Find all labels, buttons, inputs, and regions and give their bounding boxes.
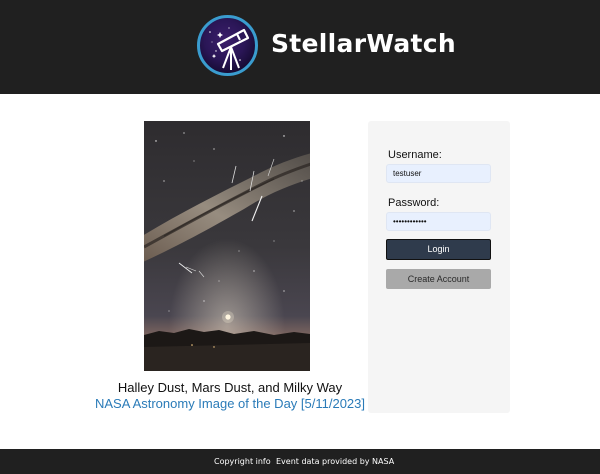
password-label: Password: bbox=[388, 197, 440, 209]
telescope-icon[interactable] bbox=[197, 15, 258, 76]
nasa-credit-link[interactable]: Event data provided by NASA bbox=[276, 457, 394, 466]
image-caption: Halley Dust, Mars Dust, and Milky Way bbox=[117, 380, 343, 395]
milky-way-photo bbox=[144, 121, 310, 371]
site-header: StellarWatch bbox=[0, 0, 600, 94]
copyright-link[interactable]: Copyright info bbox=[214, 457, 271, 466]
username-label: Username: bbox=[388, 149, 442, 161]
brand-name[interactable]: StellarWatch bbox=[271, 29, 456, 58]
password-field[interactable]: •••••••••••• bbox=[386, 212, 491, 231]
login-button[interactable]: Login bbox=[386, 239, 491, 260]
username-field[interactable]: testuser bbox=[386, 164, 491, 183]
apod-link[interactable]: NASA Astronomy Image of the Day [5/11/20… bbox=[80, 396, 380, 411]
create-account-button[interactable]: Create Account bbox=[386, 269, 491, 289]
